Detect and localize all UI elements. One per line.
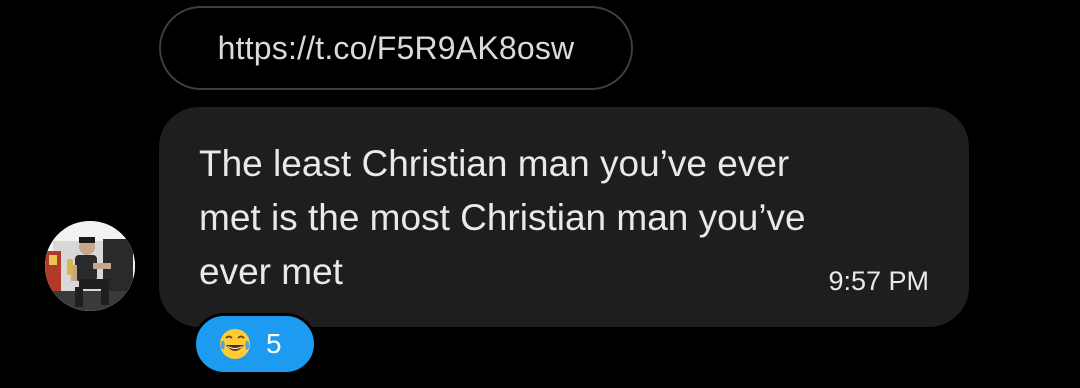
message-text: The least Christian man you’ve ever met … [199, 143, 806, 292]
link-url-text[interactable]: https://t.co/F5R9AK8osw [218, 30, 575, 67]
message-bubble[interactable]: The least Christian man you’ve ever met … [159, 107, 969, 327]
reaction-count: 5 [266, 328, 282, 359]
reaction-badge[interactable]: 5 [193, 313, 317, 375]
link-preview-pill[interactable]: https://t.co/F5R9AK8osw [159, 6, 633, 90]
message-timestamp: 9:57 PM [828, 266, 929, 296]
avatar[interactable] [45, 221, 135, 311]
user-photo-avatar-icon [45, 221, 135, 311]
face-with-tears-of-joy-icon [220, 329, 250, 359]
